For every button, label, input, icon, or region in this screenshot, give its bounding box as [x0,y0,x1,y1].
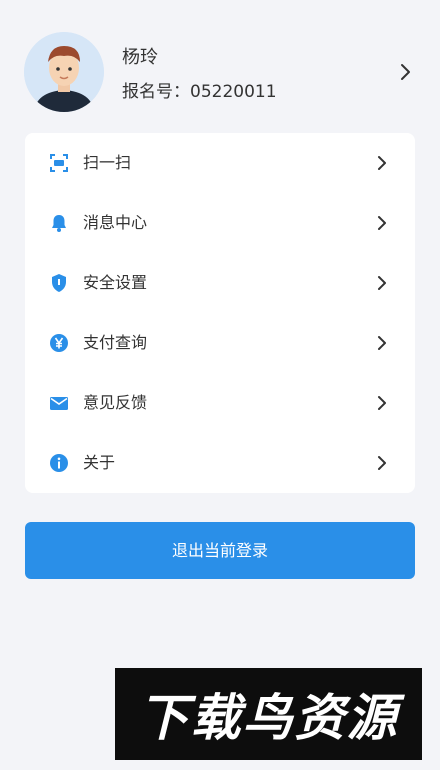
chevron-right-icon [378,216,386,230]
yen-icon [49,333,69,353]
mail-icon [49,393,69,413]
watermark-text: 下载鸟资源 [138,689,399,747]
chevron-right-icon [378,456,386,470]
chevron-right-icon [378,276,386,290]
chevron-right-icon [378,156,386,170]
menu-card: 扫一扫 消息中心 安全设置 支付查询 意见反馈 关于 [25,133,415,493]
chevron-right-icon[interactable] [396,60,416,84]
info-icon [49,453,69,473]
menu-item-scan[interactable]: 扫一扫 [25,133,415,193]
menu-item-feedback[interactable]: 意见反馈 [25,373,415,433]
avatar [24,32,104,112]
menu-item-label: 关于 [83,453,116,472]
watermark-logo: 下载鸟资源 [115,668,422,760]
menu-item-messages[interactable]: 消息中心 [25,193,415,253]
bell-icon [49,213,69,233]
user-name: 杨玲 [122,47,158,68]
menu-item-label: 消息中心 [83,213,148,232]
chevron-right-icon [378,396,386,410]
menu-item-label: 扫一扫 [83,153,132,172]
menu-item-label: 意见反馈 [83,393,148,412]
shield-icon [49,273,69,293]
menu-item-label: 支付查询 [83,333,148,352]
avatar-illustration [24,32,104,112]
menu-item-security[interactable]: 安全设置 [25,253,415,313]
logout-button[interactable]: 退出当前登录 [25,522,415,579]
menu-item-about[interactable]: 关于 [25,433,415,493]
menu-item-label: 安全设置 [83,273,148,292]
profile-header[interactable]: 杨玲 报名号：05220011 [0,0,440,140]
registration-number: 报名号：05220011 [122,82,277,102]
menu-item-payment[interactable]: 支付查询 [25,313,415,373]
scan-icon [49,153,69,173]
chevron-right-icon [378,336,386,350]
